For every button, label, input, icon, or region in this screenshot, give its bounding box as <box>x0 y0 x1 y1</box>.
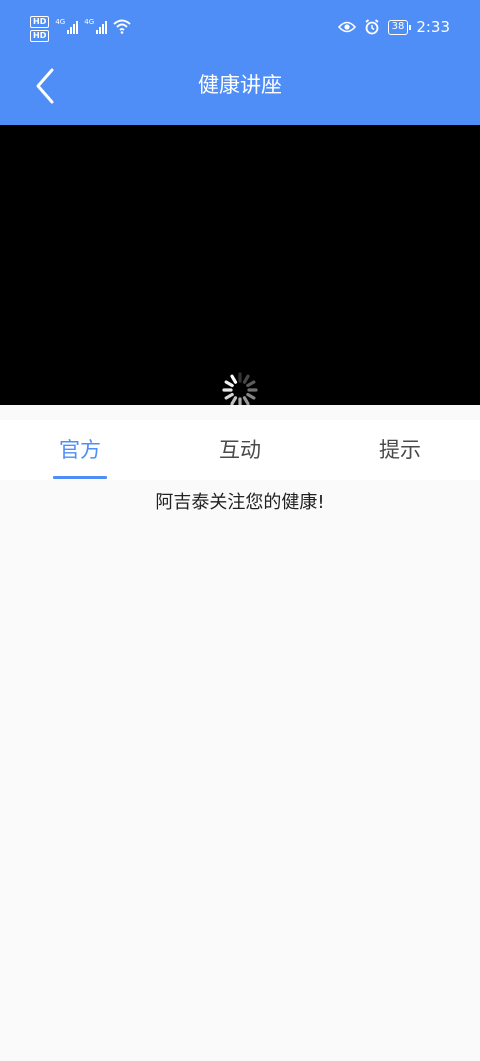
tab-interaction[interactable]: 互动 <box>160 420 320 480</box>
clock-time: 2:33 <box>416 18 450 36</box>
loading-spinner-icon <box>222 372 258 408</box>
battery-icon: 38 <box>387 19 412 35</box>
tab-official[interactable]: 官方 <box>0 420 160 480</box>
signal-icon: 4G <box>55 18 79 34</box>
eye-icon <box>337 21 356 33</box>
welcome-message: 阿吉泰关注您的健康! <box>155 492 325 513</box>
app-header: HD HD 4G 4G 38 2:33 健康讲座 <box>0 0 480 125</box>
alarm-icon <box>365 19 379 35</box>
tab-bar: 官方 互动 提示 <box>0 420 480 480</box>
video-player[interactable] <box>0 125 480 408</box>
signal-icon-2: 4G <box>84 18 108 34</box>
tab-tips[interactable]: 提示 <box>320 420 480 480</box>
signal-label: 4G <box>55 18 66 26</box>
hd-indicators: HD HD <box>30 16 50 42</box>
status-bar: HD HD 4G 4G 38 2:33 <box>0 0 480 58</box>
hd-badge-2: HD <box>30 30 50 42</box>
tab-content: 阿吉泰关注您的健康! <box>0 480 480 1061</box>
hd-badge: HD <box>30 16 50 28</box>
wifi-icon <box>113 19 131 34</box>
page-title: 健康讲座 <box>198 73 282 97</box>
signal-label-2: 4G <box>84 18 95 26</box>
status-left-group: HD HD 4G 4G <box>30 16 131 42</box>
status-right-group: 38 2:33 <box>337 18 450 36</box>
